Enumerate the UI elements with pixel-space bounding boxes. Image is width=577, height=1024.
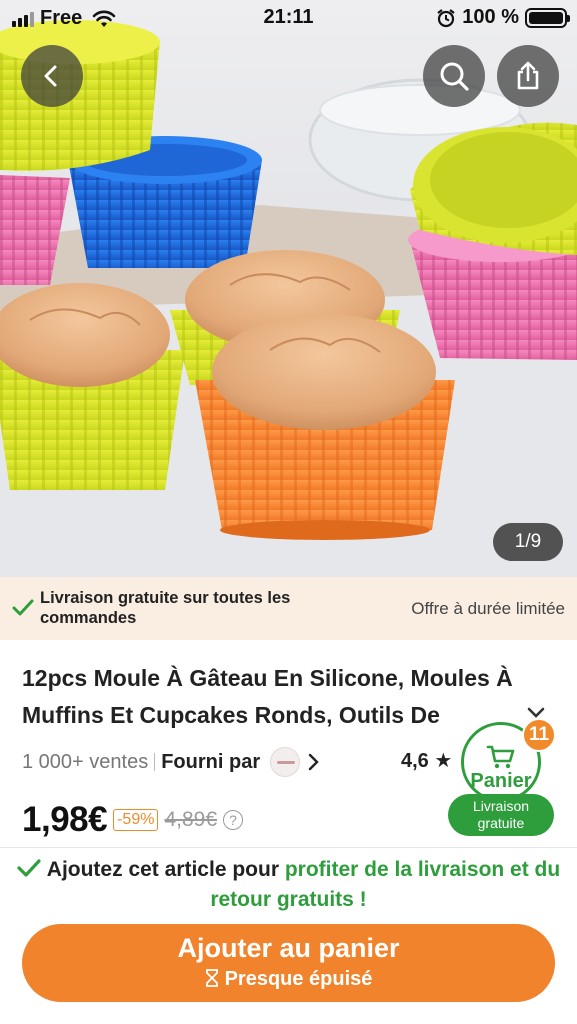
supplied-by-label: Fourni par bbox=[161, 750, 261, 773]
chevron-right-icon[interactable] bbox=[308, 753, 320, 771]
price-row: 1,98€ -59% 4,89€ ? bbox=[22, 800, 244, 840]
image-counter: 1/9 bbox=[493, 523, 563, 561]
product-image-gallery[interactable]: Free 21:11 100 % 1/9 bbox=[0, 0, 577, 577]
rating[interactable]: 4,6 ★ bbox=[401, 748, 452, 773]
product-title-text: 12pcs Moule À Gâteau En Silicone, Moules… bbox=[22, 665, 513, 728]
cart-icon bbox=[486, 745, 515, 769]
share-button[interactable] bbox=[497, 45, 559, 107]
alarm-icon bbox=[437, 8, 455, 27]
back-button[interactable] bbox=[21, 45, 83, 107]
product-photo bbox=[0, 20, 577, 577]
discount-badge: -59% bbox=[113, 809, 159, 831]
shop-logo[interactable] bbox=[270, 747, 301, 777]
current-price: 1,98€ bbox=[22, 800, 108, 839]
meta-divider bbox=[154, 753, 156, 771]
cart-count-badge: 11 bbox=[522, 718, 556, 752]
stock-status-text: Presque épuisé bbox=[224, 968, 373, 990]
free-shipping-message: Ajoutez cet article pour profiter de la … bbox=[0, 855, 577, 915]
battery-icon bbox=[525, 7, 570, 28]
sales-count: 1 000+ ventes bbox=[22, 750, 149, 773]
add-to-cart-label: Ajouter au panier bbox=[177, 933, 400, 963]
add-to-cart-button[interactable]: Ajouter au panier Presque épuisé bbox=[22, 924, 555, 1002]
hourglass-icon bbox=[205, 969, 218, 987]
status-bar: Free 21:11 100 % bbox=[0, 0, 577, 38]
check-icon bbox=[12, 599, 34, 616]
original-price: 4,89€ bbox=[164, 808, 218, 831]
search-button[interactable] bbox=[423, 45, 485, 107]
price-help-icon[interactable]: ? bbox=[223, 810, 244, 830]
promo-banner: Livraison gratuite sur toutes les comman… bbox=[0, 577, 577, 640]
section-divider bbox=[0, 847, 577, 848]
chevron-left-icon bbox=[44, 65, 57, 87]
battery-percent: 100 % bbox=[462, 6, 519, 28]
share-icon bbox=[517, 61, 539, 90]
check-icon bbox=[17, 859, 41, 877]
cart-free-shipping-ribbon: Livraison gratuite bbox=[448, 794, 554, 836]
limited-offer-text: Offre à durée limitée bbox=[411, 599, 565, 618]
promo-text: Livraison gratuite sur toutes les comman… bbox=[40, 589, 291, 627]
stock-status: Presque épuisé bbox=[22, 968, 555, 991]
free-shipping-prefix: Ajoutez cet article pour bbox=[46, 858, 285, 881]
status-right: 100 % bbox=[436, 6, 570, 29]
product-meta: 1 000+ ventes Fourni par bbox=[22, 746, 320, 778]
cart-label: Panier bbox=[470, 770, 532, 792]
search-icon bbox=[440, 62, 469, 91]
cart-widget[interactable]: Panier 11 Livraison gratuite bbox=[447, 718, 557, 836]
